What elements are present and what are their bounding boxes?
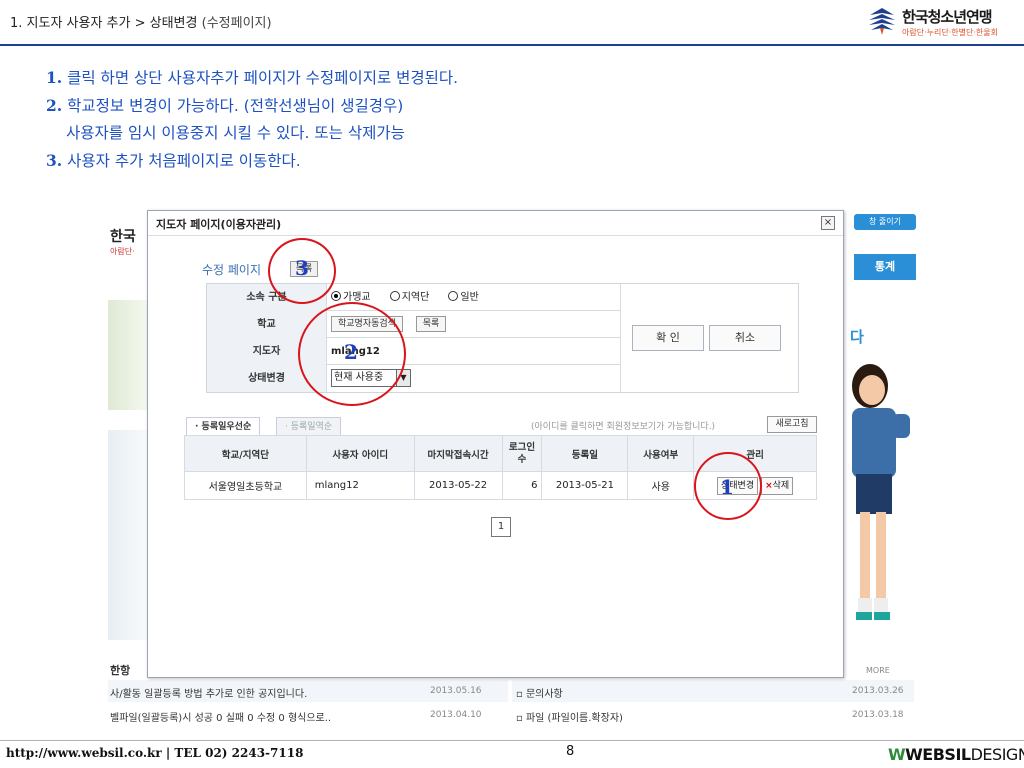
organization-logo: 한국청소년연맹 아람단·누리단·한별단·한울회 bbox=[866, 3, 1022, 41]
footer-contact: http://www.websil.co.kr | TEL 02) 2243-7… bbox=[6, 746, 304, 760]
edit-page-heading: 수정 페이지 bbox=[202, 263, 262, 277]
tab-sort-newest[interactable]: · 등록일우선순 bbox=[186, 417, 261, 435]
notice-date: 2013.04.10 bbox=[430, 710, 482, 720]
radio-unselected-icon bbox=[448, 291, 459, 301]
cancel-button[interactable]: 취소 bbox=[709, 325, 781, 351]
notice-section-title: 한항 bbox=[110, 664, 131, 677]
notice-item[interactable]: 벨파일(일괄등록)시 성공 0 실패 0 수정 0 형식으로.. bbox=[110, 709, 331, 724]
slide-title: 1. 지도자 사용자 추가 > 상태변경 (수정페이지) bbox=[10, 12, 272, 31]
header-divider bbox=[0, 44, 1024, 46]
stats-button[interactable]: 통계 bbox=[854, 254, 916, 280]
affiliation-row: 소속 구분 가맹교 지역단 일반 bbox=[207, 284, 620, 311]
col-school: 학교/지역단 bbox=[184, 435, 307, 472]
background-banner bbox=[108, 300, 148, 410]
websil-mark-icon: W bbox=[888, 745, 906, 764]
notice-item[interactable]: 사/활동 일괄등록 방법 추가로 인한 공지입니다. bbox=[110, 685, 307, 700]
refresh-button[interactable]: 새로고침 bbox=[767, 416, 817, 433]
confirm-button[interactable]: 확 인 bbox=[632, 325, 704, 351]
step-2-continued: 사용자를 임시 이용중지 시킬 수 있다. 또는 삭제가능 bbox=[66, 124, 405, 142]
col-login-count: 로그인 수 bbox=[501, 435, 543, 472]
faq-date: 2013.03.26 bbox=[852, 686, 904, 696]
cell-login-count: 6 bbox=[501, 471, 543, 500]
click-id-hint: (아이디를 클릭하면 회원정보보기가 가능합니다.) bbox=[531, 422, 716, 432]
delete-x-icon: × bbox=[765, 480, 773, 491]
school-list-button[interactable]: 목록 bbox=[415, 316, 447, 332]
slide-page-number: 8 bbox=[566, 744, 575, 759]
organization-name: 한국청소년연맹 bbox=[902, 8, 993, 26]
minimize-window-button[interactable]: 창 줄이기 bbox=[854, 214, 916, 230]
faq-item[interactable]: ▫ 문의사항 bbox=[516, 685, 563, 700]
leader-row: 지도자 mlang12 bbox=[207, 338, 620, 365]
step-1: 1. 클릭 하면 상단 사용자추가 페이지가 수정페이지로 변경된다. bbox=[46, 68, 459, 87]
slide-title-main: 1. 지도자 사용자 추가 > 상태변경 bbox=[10, 16, 198, 31]
cell-last-login: 2013-05-22 bbox=[413, 471, 503, 500]
col-last-login: 마지막접속시간 bbox=[413, 435, 503, 472]
footer-divider bbox=[0, 740, 1024, 741]
annotation-number-1: 1 bbox=[720, 475, 734, 499]
background-logo-text: 한국 bbox=[110, 229, 136, 245]
user-management-popup: 지도자 페이지(이용자관리) × 수정 페이지 목록 소속 구분 가맹교 지역단… bbox=[147, 210, 844, 678]
cell-user-id[interactable]: mlang12 bbox=[305, 471, 415, 500]
more-link[interactable]: MORE bbox=[866, 666, 890, 675]
tab-sort-oldest[interactable]: · 등록일역순 bbox=[276, 417, 342, 435]
notice-date: 2013.05.16 bbox=[430, 686, 482, 696]
form-divider bbox=[620, 284, 621, 392]
organization-tagline: 아람단·누리단·한별단·한울회 bbox=[902, 28, 998, 37]
mascot-character-image bbox=[852, 364, 910, 620]
cell-registered: 2013-05-21 bbox=[541, 471, 629, 500]
status-row: 상태변경 현재 사용중 ▼ bbox=[207, 365, 620, 392]
col-in-use: 사용여부 bbox=[627, 435, 695, 472]
organization-emblem-icon bbox=[869, 8, 895, 35]
annotation-number-3: 3 bbox=[295, 256, 309, 280]
cell-in-use: 사용 bbox=[627, 471, 695, 500]
popup-title: 지도자 페이지(이용자관리) bbox=[156, 218, 282, 231]
delete-button[interactable]: ×삭제 bbox=[761, 476, 794, 495]
close-icon[interactable]: × bbox=[821, 216, 835, 230]
faq-item[interactable]: ▫ 파일 (파일이름.확장자) bbox=[516, 709, 623, 724]
websil-logo: WWEBSILDESIGN bbox=[888, 745, 1024, 764]
step-3: 3. 사용자 추가 처음페이지로 이동한다. bbox=[46, 151, 301, 170]
radio-regional-unit[interactable]: 지역단 bbox=[389, 291, 429, 303]
background-banner-2 bbox=[108, 430, 148, 640]
background-logo-sub: 아람단· bbox=[110, 247, 135, 256]
annotation-number-2: 2 bbox=[344, 340, 358, 364]
radio-unselected-icon bbox=[389, 291, 400, 301]
popup-title-divider bbox=[148, 235, 843, 236]
col-user-id: 사용자 아이디 bbox=[305, 435, 415, 472]
slide-title-sub: (수정페이지) bbox=[197, 16, 272, 31]
pagination-page-1[interactable]: 1 bbox=[491, 517, 511, 537]
faq-date: 2013.03.18 bbox=[852, 710, 904, 720]
school-row: 학교 학교명자동검색 목록 bbox=[207, 311, 620, 338]
radio-general[interactable]: 일반 bbox=[448, 291, 479, 303]
instruction-steps: 1. 클릭 하면 상단 사용자추가 페이지가 수정페이지로 변경된다. 2. 학… bbox=[46, 64, 458, 175]
radio-selected-icon bbox=[331, 291, 341, 301]
cell-school: 서울영일초등학교 bbox=[184, 471, 307, 500]
col-registered: 등록일 bbox=[541, 435, 629, 472]
step-2: 2. 학교정보 변경이 가능하다. (전학선생님이 생길경우) bbox=[46, 96, 404, 115]
background-heading-fragment: 다 bbox=[850, 328, 864, 346]
